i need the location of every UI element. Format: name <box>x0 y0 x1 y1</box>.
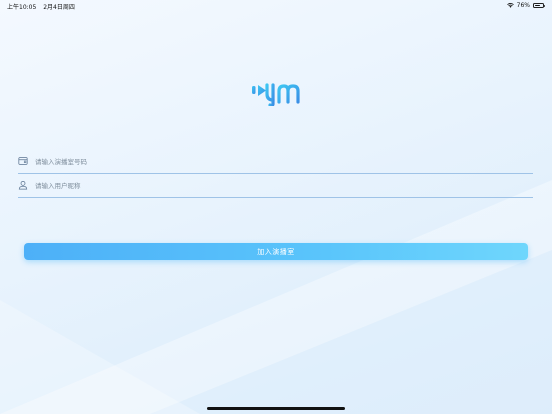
nickname-field[interactable] <box>18 179 533 198</box>
home-indicator[interactable] <box>207 407 345 410</box>
user-icon <box>18 180 28 190</box>
ym-logo <box>252 83 300 106</box>
status-bar: 上午10:05 2月4日周四 76% <box>0 0 552 12</box>
nickname-input[interactable] <box>35 179 515 193</box>
status-time: 上午10:05 <box>7 4 37 11</box>
background-decoration <box>0 180 552 414</box>
status-date: 2月4日周四 <box>43 4 75 11</box>
battery-icon <box>533 3 545 8</box>
wifi-icon <box>506 3 514 8</box>
battery-percent: 76% <box>516 2 530 9</box>
join-studio-button[interactable]: 加入演播室 <box>24 243 528 260</box>
room-card-icon <box>18 157 28 165</box>
room-number-input[interactable] <box>35 155 515 169</box>
room-number-field[interactable] <box>18 155 533 174</box>
